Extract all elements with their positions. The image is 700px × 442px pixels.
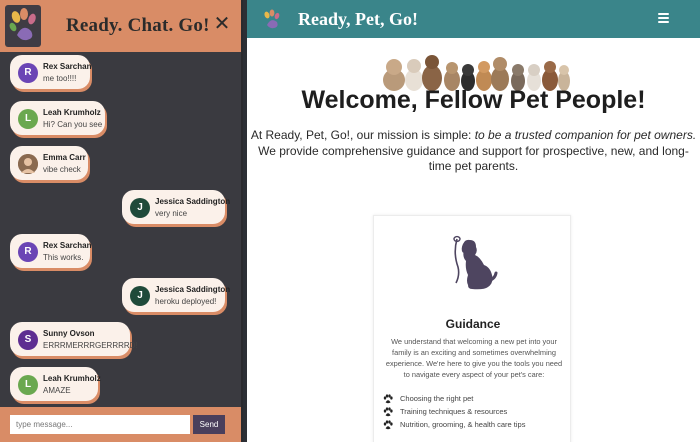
list-item-label: Nutrition, grooming, & health care tips (400, 420, 526, 429)
message-text: heroku deployed! (155, 297, 217, 306)
avatar-photo (18, 154, 38, 174)
message-text: This works. (43, 253, 84, 262)
paw-icon (383, 420, 393, 430)
chat-message: Emma Carr vibe check (10, 146, 88, 180)
send-button[interactable]: Send (193, 415, 225, 434)
dog-leash-icon (448, 235, 498, 291)
message-text: ERRRMERRRGERRRRD! (43, 341, 138, 350)
mission-statement: At Ready, Pet, Go!, our mission is simpl… (247, 128, 700, 175)
card-title: Guidance (445, 317, 501, 331)
message-sender: Leah Krumholz (43, 374, 101, 383)
site-navbar: Ready, Pet, Go! (247, 0, 700, 38)
paw-icon (383, 407, 393, 417)
avatar: S (18, 330, 38, 350)
avatar: J (130, 286, 150, 306)
chat-message: J Jessica Saddington very nice (122, 190, 230, 224)
brand-title[interactable]: Ready, Pet, Go! (298, 9, 418, 30)
list-item: Training techniques & resources (383, 406, 525, 418)
list-item-label: Choosing the right pet (400, 394, 474, 403)
message-text: Hi? Can you see (43, 120, 103, 129)
paw-logo-icon[interactable] (261, 8, 283, 30)
paw-icon (383, 394, 393, 404)
avatar: L (18, 375, 38, 395)
message-sender: Sunny Ovson (43, 329, 95, 338)
message-sender: Rex Sarchan (43, 62, 92, 71)
hamburger-menu-icon[interactable] (658, 12, 670, 24)
avatar: J (130, 198, 150, 218)
avatar: R (18, 63, 38, 83)
message-text: very nice (155, 209, 188, 218)
panel-divider (243, 0, 247, 442)
list-item: Nutrition, grooming, & health care tips (383, 419, 525, 431)
message-sender: Rex Sarchan (43, 241, 92, 250)
avatar: L (18, 109, 38, 129)
message-text: me too!!!! (43, 74, 77, 83)
list-item-label: Training techniques & resources (400, 407, 508, 416)
chat-panel: Ready. Chat. Go! ✕ R Rex Sarchan me too!… (0, 0, 243, 442)
card-description: We understand that welcoming a new pet i… (385, 337, 563, 379)
mission-prefix: At Ready, Pet, Go!, our mission is simpl… (250, 128, 475, 142)
message-sender: Jessica Saddington (155, 197, 231, 206)
avatar: R (18, 242, 38, 262)
message-text: vibe check (43, 165, 81, 174)
chat-header: Ready. Chat. Go! ✕ (0, 0, 241, 52)
welcome-heading: Welcome, Fellow Pet People! (301, 86, 646, 114)
chat-title: Ready. Chat. Go! (66, 15, 210, 36)
message-text: AMAZE (43, 386, 71, 395)
chat-message: J Jessica Saddington heroku deployed! (122, 278, 230, 312)
guidance-list: Choosing the right pet Training techniqu… (383, 393, 525, 432)
guidance-card: Guidance We understand that welcoming a … (373, 215, 571, 442)
mission-second: We provide comprehensive guidance and su… (258, 143, 689, 174)
chat-message: L Leah Krumholz Hi? Can you see (10, 101, 105, 135)
chat-footer: Send (0, 407, 241, 442)
close-icon[interactable]: ✕ (212, 13, 232, 35)
message-input[interactable] (10, 415, 190, 434)
chat-message: L Leah Krumholz AMAZE (10, 367, 101, 401)
chat-message: R Rex Sarchan This works. (10, 234, 92, 268)
list-item: Choosing the right pet (383, 393, 525, 405)
chat-message: R Rex Sarchan me too!!!! (10, 55, 92, 89)
mission-emphasis: to be a trusted companion for pet owners… (474, 128, 697, 142)
paw-logo-icon (5, 5, 41, 47)
message-sender: Jessica Saddington (155, 285, 231, 294)
chat-message: S Sunny Ovson ERRRMERRRGERRRRD! (10, 322, 138, 356)
message-sender: Emma Carr (43, 153, 86, 162)
message-sender: Leah Krumholz (43, 108, 101, 117)
